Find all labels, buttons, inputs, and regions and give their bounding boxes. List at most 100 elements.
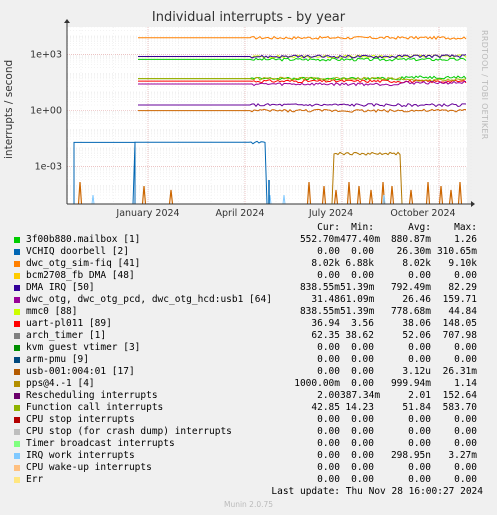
legend-min-value: 0.00 bbox=[351, 474, 374, 485]
legend-row: Timer broadcast interrupts 0.00 0.00 0.00 0.… bbox=[0, 438, 497, 450]
legend-swatch bbox=[14, 405, 20, 411]
legend-row: arm-pmu [9] 0.00 0.00 0.00 0.00 bbox=[0, 354, 497, 366]
legend-avg-value: 52.06 bbox=[402, 330, 431, 341]
legend-row: Function call interrupts 42.85 14.23 51.84 5… bbox=[0, 402, 497, 414]
legend-avg-value: 778.68m bbox=[390, 306, 431, 317]
legend-series-name: Rescheduling interrupts bbox=[26, 390, 158, 401]
legend-max-value: 0.00 bbox=[454, 462, 477, 473]
legend-cur-value: 0.00 bbox=[317, 414, 340, 425]
legend-max-value: 583.70 bbox=[442, 402, 477, 413]
legend-avg-value: 26.30m bbox=[396, 246, 431, 257]
legend-cur-value: 31.48 bbox=[311, 294, 340, 305]
legend-cur-value: 0.00 bbox=[317, 354, 340, 365]
legend-cur-value: 0.00 bbox=[317, 474, 340, 485]
legend-max-value: 152.64 bbox=[442, 390, 477, 401]
x-tick-label: January 2024 bbox=[115, 208, 179, 219]
legend-avg-value: 0.00 bbox=[408, 270, 431, 281]
legend-row: uart-pl011 [89] 36.94 3.56 38.06 148.05 bbox=[0, 318, 497, 330]
legend-avg-value: 2.01 bbox=[408, 390, 431, 401]
legend-header-min: Min: bbox=[351, 222, 374, 233]
legend-series-name: dwc_otg, dwc_otg_pcd, dwc_otg_hcd:usb1 [… bbox=[26, 294, 272, 305]
legend-avg-value: 8.02k bbox=[402, 258, 431, 269]
legend-avg-value: 0.00 bbox=[408, 474, 431, 485]
legend-cur-value: 0.00 bbox=[317, 462, 340, 473]
legend-series-name: CPU wake-up interrupts bbox=[26, 462, 152, 473]
legend-avg-value: 792.49m bbox=[390, 282, 431, 293]
legend-series-name: DMA IRQ [50] bbox=[26, 282, 95, 293]
legend-series-name: IRQ work interrupts bbox=[26, 450, 135, 461]
legend-row: IRQ work interrupts 0.00 0.00 298.95n 3.27m bbox=[0, 450, 497, 462]
legend-swatch bbox=[14, 273, 20, 279]
legend-swatch bbox=[14, 249, 20, 255]
legend-swatch bbox=[14, 297, 20, 303]
legend-cur-value: 0.00 bbox=[317, 438, 340, 449]
legend-min-value: 6.88k bbox=[345, 258, 374, 269]
legend-avg-value: 51.84 bbox=[402, 402, 431, 413]
legend-max-value: 82.29 bbox=[448, 282, 477, 293]
x-tick-label: April 2024 bbox=[216, 208, 265, 219]
legend-avg-value: 0.00 bbox=[408, 354, 431, 365]
x-axis-arrow bbox=[471, 201, 475, 207]
legend-min-value: 61.09m bbox=[340, 294, 375, 305]
legend-max-value: 0.00 bbox=[454, 474, 477, 485]
legend-swatch bbox=[14, 465, 20, 471]
legend-cur-value: 8.02k bbox=[311, 258, 340, 269]
plot-background bbox=[67, 27, 467, 204]
legend-avg-value: 0.00 bbox=[408, 462, 431, 473]
legend-swatch bbox=[14, 453, 20, 459]
legend-max-value: 26.31m bbox=[442, 366, 477, 377]
legend-row: Rescheduling interrupts 2.00 387.34m 2.01 15… bbox=[0, 390, 497, 402]
y-axis-arrow bbox=[64, 19, 70, 23]
legend-cur-value: 838.55m bbox=[299, 282, 340, 293]
legend-row: dwc_otg, dwc_otg_pcd, dwc_otg_hcd:usb1 [… bbox=[0, 294, 497, 306]
legend-cur-value: 0.00 bbox=[317, 342, 340, 353]
legend-swatch bbox=[14, 333, 20, 339]
legend-swatch bbox=[14, 261, 20, 267]
legend-row: VCHIQ doorbell [2] 0.00 0.00 26.30m 310.65m bbox=[0, 246, 497, 258]
legend-row: kvm guest vtimer [3] 0.00 0.00 0.00 0.00 bbox=[0, 342, 497, 354]
legend-max-value: 0.00 bbox=[454, 438, 477, 449]
chart-plot: 1e+03 1e+00 1e-03 January 2024 April 2024 Ju… bbox=[30, 19, 475, 219]
legend-cur-value: 0.00 bbox=[317, 270, 340, 281]
legend-min-value: 0.00 bbox=[351, 450, 374, 461]
legend-max-value: 310.65m bbox=[436, 246, 477, 257]
legend-series-name: usb-001:004:01 [17] bbox=[26, 366, 135, 377]
legend-avg-value: 0.00 bbox=[408, 438, 431, 449]
legend-min-value: 38.62 bbox=[345, 330, 374, 341]
legend-row: bcm2708_fb DMA [48] 0.00 0.00 0.00 0.00 bbox=[0, 270, 497, 282]
x-tick-labels: January 2024 April 2024 July 2024 October 2… bbox=[115, 208, 455, 219]
x-tick-label: October 2024 bbox=[390, 208, 455, 219]
legend-max-value: 0.00 bbox=[454, 414, 477, 425]
legend-max-value: 0.00 bbox=[454, 426, 477, 437]
legend-cur-value: 0.00 bbox=[317, 366, 340, 377]
legend-swatch bbox=[14, 381, 20, 387]
legend-cur-value: 36.94 bbox=[311, 318, 340, 329]
legend-min-value: 0.00 bbox=[351, 366, 374, 377]
legend-max-value: 1.14 bbox=[454, 378, 477, 389]
legend-swatch bbox=[14, 417, 20, 423]
legend-swatch bbox=[14, 321, 20, 327]
legend-header-avg: Avg: bbox=[408, 222, 431, 233]
legend-min-value: 0.00 bbox=[351, 246, 374, 257]
legend-row: 3f00b880.mailbox [1] 552.70m 477.40m 880.87… bbox=[0, 234, 497, 246]
legend-swatch bbox=[14, 345, 20, 351]
legend-row: DMA IRQ [50] 838.55m 51.39m 792.49m 82.29 bbox=[0, 282, 497, 294]
legend-swatch bbox=[14, 285, 20, 291]
y-tick-label: 1e+00 bbox=[30, 106, 62, 117]
legend-series-name: VCHIQ doorbell [2] bbox=[26, 246, 129, 257]
legend-min-value: 0.00 bbox=[351, 270, 374, 281]
legend-avg-value: 38.06 bbox=[402, 318, 431, 329]
legend-max-value: 3.27m bbox=[448, 450, 477, 461]
legend-min-value: 0.00 bbox=[351, 438, 374, 449]
legend-row: arch_timer [1] 62.35 38.62 52.06 707.98 bbox=[0, 330, 497, 342]
legend-max-value: 9.10k bbox=[448, 258, 477, 269]
legend-series-name: CPU stop interrupts bbox=[26, 414, 135, 425]
legend-swatch bbox=[14, 357, 20, 363]
legend-series-name: Err bbox=[26, 474, 44, 485]
legend-min-value: 0.00 bbox=[351, 414, 374, 425]
legend-series-name: bcm2708_fb DMA [48] bbox=[26, 270, 135, 281]
legend-cur-value: 1000.00m bbox=[294, 378, 340, 389]
y-tick-labels: 1e+03 1e+00 1e-03 bbox=[30, 50, 62, 173]
legend-swatch bbox=[14, 393, 20, 399]
legend-row: CPU wake-up interrupts 0.00 0.00 0.00 0.00 bbox=[0, 462, 497, 474]
